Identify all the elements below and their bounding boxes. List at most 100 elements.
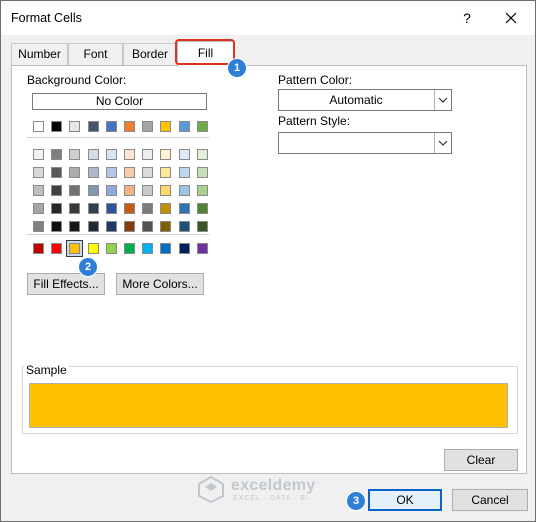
tint-color-swatch[interactable] <box>51 149 63 160</box>
tint-color-swatch[interactable] <box>178 203 190 214</box>
pattern-style-select[interactable] <box>278 132 452 154</box>
tint-color-swatch[interactable] <box>33 167 44 178</box>
pattern-color-select[interactable]: Automatic <box>278 89 452 111</box>
tint-color-swatch[interactable] <box>160 203 172 214</box>
tint-color-swatch[interactable] <box>196 149 208 160</box>
tint-color-swatch[interactable] <box>87 203 99 214</box>
tint-color-swatch[interactable] <box>124 167 135 178</box>
tint-color-swatch[interactable] <box>196 185 208 196</box>
standard-color-swatch[interactable] <box>124 243 135 254</box>
tint-color-swatch[interactable] <box>69 185 81 196</box>
tint-color-swatch[interactable] <box>178 167 190 178</box>
theme-color-swatch[interactable] <box>124 121 135 132</box>
tab-border[interactable]: Border <box>123 43 177 65</box>
tint-color-swatch[interactable] <box>33 203 44 214</box>
dialog-title: Format Cells <box>11 11 82 25</box>
theme-color-swatch[interactable] <box>178 121 190 132</box>
chevron-down-icon <box>434 133 451 153</box>
tint-color-swatch[interactable] <box>105 149 117 160</box>
tint-color-swatch[interactable] <box>124 149 135 160</box>
tint-color-swatch[interactable] <box>196 203 208 214</box>
theme-color-swatch[interactable] <box>142 121 154 132</box>
tab-fill[interactable]: Fill <box>177 41 234 67</box>
chevron-down-icon <box>434 90 451 110</box>
help-button[interactable]: ? <box>457 8 477 28</box>
tint-color-swatch[interactable] <box>178 149 190 160</box>
close-icon <box>505 12 517 24</box>
no-color-button[interactable]: No Color <box>32 93 207 110</box>
background-color-label: Background Color: <box>27 73 127 87</box>
standard-color-swatch[interactable] <box>69 243 81 254</box>
tint-color-swatch[interactable] <box>178 221 190 232</box>
tint-color-swatch[interactable] <box>124 221 135 232</box>
cancel-button[interactable]: Cancel <box>452 489 528 511</box>
theme-color-swatch[interactable] <box>69 121 81 132</box>
sample-preview <box>29 383 508 428</box>
tint-color-swatch[interactable] <box>124 203 135 214</box>
tint-color-swatch[interactable] <box>142 185 154 196</box>
tint-color-swatch[interactable] <box>105 167 117 178</box>
exceldemy-logo-icon <box>198 475 224 503</box>
clear-button[interactable]: Clear <box>444 449 518 471</box>
standard-color-swatch[interactable] <box>51 243 63 254</box>
sample-label: Sample <box>24 363 69 377</box>
close-button[interactable] <box>501 8 521 28</box>
tint-color-swatch[interactable] <box>142 149 154 160</box>
format-cells-dialog: Format Cells ? Number Font Border Fill 1… <box>0 0 536 522</box>
exceldemy-watermark: exceldemy EXCEL · DATA · BI <box>197 475 347 505</box>
pattern-style-label: Pattern Style: <box>278 114 351 128</box>
tint-color-swatch[interactable] <box>87 149 99 160</box>
ok-button[interactable]: OK <box>368 489 442 511</box>
tint-color-swatch[interactable] <box>160 167 172 178</box>
theme-color-swatch[interactable] <box>160 121 172 132</box>
tint-color-swatch[interactable] <box>87 185 99 196</box>
tint-color-swatch[interactable] <box>178 185 190 196</box>
theme-color-swatch[interactable] <box>105 121 117 132</box>
tint-color-swatch[interactable] <box>105 185 117 196</box>
tint-color-swatch[interactable] <box>142 203 154 214</box>
theme-color-swatch[interactable] <box>33 121 44 132</box>
tint-color-swatch[interactable] <box>69 203 81 214</box>
tint-color-swatch[interactable] <box>51 167 63 178</box>
fill-effects-button[interactable]: Fill Effects... <box>27 273 105 295</box>
tint-color-swatch[interactable] <box>160 185 172 196</box>
tint-color-swatch[interactable] <box>142 167 154 178</box>
title-bar: Format Cells ? <box>1 1 535 35</box>
standard-color-swatch[interactable] <box>33 243 44 254</box>
tint-color-swatch[interactable] <box>51 185 63 196</box>
tint-color-swatch[interactable] <box>33 221 44 232</box>
standard-color-swatch[interactable] <box>196 243 208 254</box>
tint-color-swatch[interactable] <box>196 167 208 178</box>
watermark-name: exceldemy <box>231 477 316 494</box>
tab-number[interactable]: Number <box>11 43 68 65</box>
standard-color-swatch[interactable] <box>87 243 99 254</box>
step-badge-3: 3 <box>346 491 366 511</box>
theme-color-swatch[interactable] <box>87 121 99 132</box>
tint-color-swatch[interactable] <box>33 149 44 160</box>
tint-color-swatch[interactable] <box>124 185 135 196</box>
tint-color-swatch[interactable] <box>160 149 172 160</box>
tint-color-swatch[interactable] <box>87 221 99 232</box>
tab-font[interactable]: Font <box>68 43 123 65</box>
tint-color-swatch[interactable] <box>196 221 208 232</box>
more-colors-button[interactable]: More Colors... <box>116 273 204 295</box>
tint-color-swatch[interactable] <box>105 203 117 214</box>
standard-color-swatch[interactable] <box>160 243 172 254</box>
theme-color-swatch[interactable] <box>196 121 208 132</box>
standard-color-swatch[interactable] <box>105 243 117 254</box>
tint-color-swatch[interactable] <box>69 149 81 160</box>
tint-color-swatch[interactable] <box>87 167 99 178</box>
standard-color-swatch[interactable] <box>178 243 190 254</box>
palette-separator <box>27 234 209 235</box>
tint-color-swatch[interactable] <box>105 221 117 232</box>
theme-color-swatch[interactable] <box>51 121 63 132</box>
standard-color-swatch[interactable] <box>142 243 154 254</box>
tint-color-swatch[interactable] <box>51 203 63 214</box>
tint-color-swatch[interactable] <box>69 167 81 178</box>
tint-color-swatch[interactable] <box>51 221 63 232</box>
tint-color-swatch[interactable] <box>33 185 44 196</box>
step-badge-2: 2 <box>78 257 98 277</box>
tint-color-swatch[interactable] <box>69 221 81 232</box>
tint-color-swatch[interactable] <box>160 221 172 232</box>
tint-color-swatch[interactable] <box>142 221 154 232</box>
